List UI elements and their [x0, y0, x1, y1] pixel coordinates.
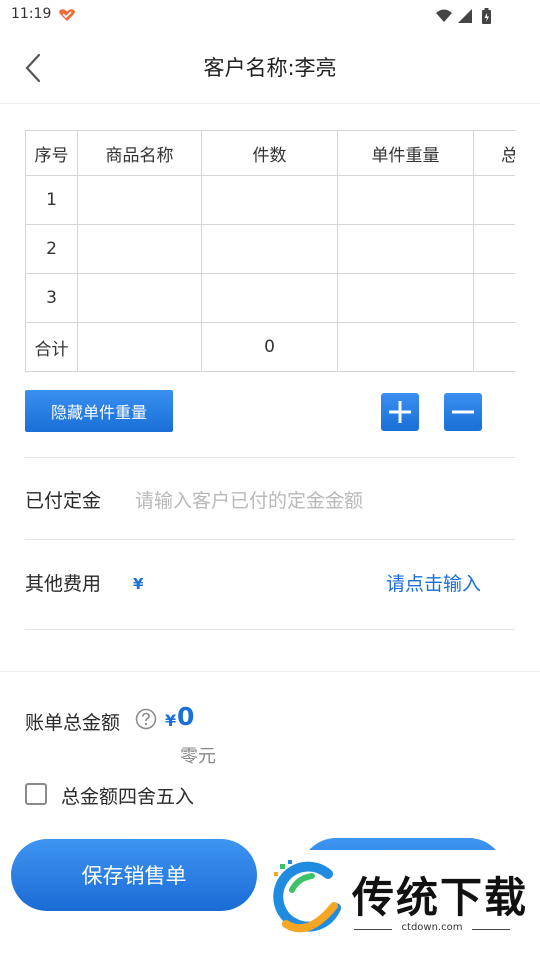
divider [25, 629, 515, 630]
quantity-cell[interactable] [202, 176, 338, 225]
wifi-icon [436, 9, 452, 22]
status-icons [436, 8, 491, 24]
deposit-input[interactable]: 请输入客户已付的定金金额 [135, 486, 363, 513]
rounding-checkbox[interactable] [25, 783, 47, 805]
table-header-row: 序号 商品名称 件数 单件重量 总 [26, 131, 515, 176]
unit-weight-cell[interactable] [338, 225, 474, 274]
quantity-cell[interactable] [202, 225, 338, 274]
goods-table[interactable]: 序号 商品名称 件数 单件重量 总 1 2 3 合计 0 [25, 130, 515, 372]
status-bar: 11:19 [0, 0, 540, 32]
total-weight-sum-cell [474, 323, 515, 372]
product-name-cell[interactable] [78, 225, 202, 274]
product-name-cell[interactable] [78, 176, 202, 225]
watermark: 传统下载 ctdown.com [262, 850, 532, 945]
bill-total-label: 账单总金额 [25, 712, 121, 734]
other-fees-input-link[interactable]: 请点击输入 [386, 569, 481, 596]
plus-icon [389, 401, 411, 423]
watermark-logo [273, 860, 341, 933]
back-button[interactable] [18, 48, 48, 88]
table-row[interactable]: 3 [26, 274, 515, 323]
section-divider [0, 671, 540, 672]
other-fees-label: 其他费用 [25, 573, 102, 595]
product-name-cell[interactable] [78, 274, 202, 323]
minus-icon [452, 410, 474, 414]
header-cell: 件数 [202, 131, 338, 176]
total-quantity-cell: 0 [202, 323, 338, 372]
header-cell: 商品名称 [78, 131, 202, 176]
unit-weight-cell[interactable] [338, 274, 474, 323]
other-fees-currency: ¥ [133, 575, 144, 593]
table-row[interactable]: 1 [26, 176, 515, 225]
header-cell: 序号 [26, 131, 78, 176]
table-total-row: 合计 0 [26, 323, 515, 372]
total-weight-cell[interactable] [474, 176, 515, 225]
chevron-left-icon [25, 53, 41, 83]
row-number-cell: 1 [26, 176, 78, 225]
signal-icon [458, 9, 472, 23]
unit-weight-cell[interactable] [338, 176, 474, 225]
watermark-url: ctdown.com [354, 922, 510, 933]
total-weight-cell[interactable] [474, 225, 515, 274]
total-label-cell: 合计 [26, 323, 78, 372]
bill-total-currency: ¥ [165, 711, 177, 730]
bill-total-in-words: 零元 [180, 746, 216, 767]
save-sales-order-button[interactable]: 保存销售单 [11, 839, 257, 911]
total-weight-cell[interactable] [474, 274, 515, 323]
deposit-label: 已付定金 [25, 490, 102, 512]
total-name-cell [78, 323, 202, 372]
help-icon[interactable] [135, 708, 157, 730]
app-notification-icon [59, 9, 75, 21]
header-cell: 单件重量 [338, 131, 474, 176]
quantity-cell[interactable] [202, 274, 338, 323]
page-title: 客户名称:李亮 [203, 56, 337, 80]
header-cell: 总 [474, 131, 515, 176]
watermark-brand: 传统下载 [352, 873, 529, 922]
add-row-button[interactable] [381, 393, 419, 431]
table-row[interactable]: 2 [26, 225, 515, 274]
rounding-label[interactable]: 总金额四舍五入 [61, 782, 194, 809]
hide-unit-weight-button[interactable]: 隐藏单件重量 [25, 390, 173, 432]
remove-row-button[interactable] [444, 393, 482, 431]
total-unit-weight-cell [338, 323, 474, 372]
row-number-cell: 2 [26, 225, 78, 274]
bill-total-value: 0 [177, 702, 195, 731]
battery-icon [482, 8, 491, 24]
app-header: 客户名称:李亮 [0, 32, 540, 104]
row-number-cell: 3 [26, 274, 78, 323]
divider [25, 539, 515, 540]
divider [25, 457, 515, 458]
status-time: 11:19 [11, 6, 52, 22]
